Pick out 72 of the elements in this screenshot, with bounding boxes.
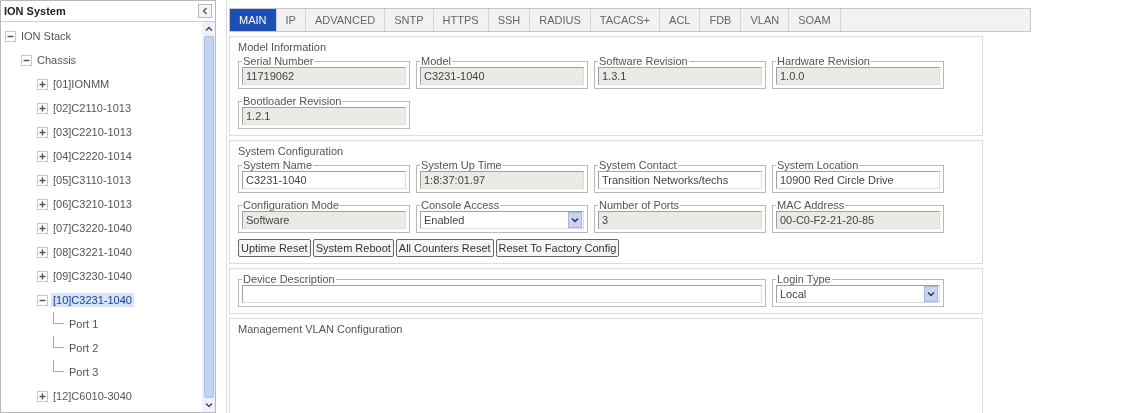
scrollbar[interactable] (202, 22, 215, 412)
scroll-down-icon[interactable] (203, 400, 214, 410)
tree-item[interactable]: [07]C3220-1040 (51, 221, 134, 235)
input-field[interactable]: 1.3.1 (598, 67, 762, 85)
field-label: Console Access (420, 199, 501, 211)
expand-toggle-icon[interactable] (37, 222, 48, 234)
field-label: System Name (242, 159, 314, 171)
tree-item[interactable]: ION Stack (19, 29, 74, 43)
field-label: Number of Ports (598, 199, 681, 211)
input-field[interactable]: Enabled (420, 211, 584, 229)
action-button[interactable]: System Reboot (312, 239, 394, 257)
field-label: Model (420, 55, 452, 67)
tree-item[interactable]: [06]C3210-1013 (51, 197, 134, 211)
tree-item[interactable]: Port 2 (67, 341, 101, 355)
tree-item[interactable]: [08]C3221-1040 (51, 245, 134, 259)
field-label: Login Type (776, 273, 832, 285)
input-field[interactable]: C3231-1040 (420, 67, 584, 85)
input-field[interactable]: 10900 Red Circle Drive (776, 171, 940, 189)
input-field[interactable]: 1.0.0 (776, 67, 940, 85)
input-field[interactable]: C3231-1040 (242, 171, 406, 189)
sidebar-title: ION System (4, 5, 66, 17)
scrollbar-thumb[interactable] (203, 36, 214, 398)
input-field[interactable] (242, 285, 762, 303)
tree-item[interactable]: [04]C2220-1014 (51, 149, 134, 163)
expand-toggle-icon[interactable] (37, 126, 48, 138)
input-field[interactable]: 3 (598, 211, 762, 229)
tree-item[interactable]: [09]C3230-1040 (51, 269, 134, 283)
scroll-up-icon[interactable] (203, 24, 214, 34)
field-label: Software Revision (598, 55, 689, 67)
tree-item[interactable]: [05]C3110-1013 (51, 173, 134, 187)
tree-item[interactable]: [10]C3231-1040 (51, 293, 134, 307)
field-label: System Contact (598, 159, 678, 171)
tree-item[interactable]: Chassis (35, 53, 79, 67)
expand-toggle-icon[interactable] (37, 270, 48, 282)
expand-toggle-icon[interactable] (5, 30, 16, 42)
tree-item[interactable]: [02]C2110-1013 (51, 101, 134, 115)
tree-item[interactable]: Port 3 (67, 365, 101, 379)
field-label: MAC Address (776, 199, 846, 211)
field-label: Device Description (242, 273, 336, 285)
section-title: Model Information (238, 41, 328, 53)
expand-toggle-icon[interactable] (37, 390, 48, 402)
tree-item[interactable]: [12]C6010-3040 (51, 389, 134, 403)
expand-toggle-icon[interactable] (37, 102, 48, 114)
input-field[interactable]: 1.2.1 (242, 107, 406, 125)
input-field[interactable]: Transition Networks/techs (598, 171, 762, 189)
input-field[interactable]: Local (776, 285, 940, 303)
expand-toggle-icon[interactable] (37, 78, 48, 90)
tree-item[interactable]: [01]IONMM (51, 77, 112, 91)
field-label: Serial Number (242, 55, 315, 67)
field-label: Hardware Revision (776, 55, 871, 67)
input-field[interactable]: 00-C0-F2-21-20-85 (776, 211, 940, 229)
input-field[interactable]: 11719062 (242, 67, 406, 85)
action-button[interactable]: All Counters Reset (395, 239, 494, 257)
expand-toggle-icon[interactable] (21, 54, 32, 66)
expand-toggle-icon[interactable] (37, 294, 48, 306)
field-label: Configuration Mode (242, 199, 340, 211)
input-field[interactable]: 1:8:37:01.97 (420, 171, 584, 189)
tab[interactable]: MAIN (230, 9, 277, 31)
expand-toggle-icon[interactable] (37, 174, 48, 186)
input-field[interactable]: Software (242, 211, 406, 229)
expand-toggle-icon[interactable] (37, 198, 48, 210)
tree-item[interactable]: [03]C2210-1013 (51, 125, 134, 139)
field-label: Bootloader Revision (242, 95, 343, 107)
expand-toggle-icon[interactable] (37, 150, 48, 162)
action-button[interactable]: Reset To Factory Config (495, 239, 620, 257)
expand-toggle-icon[interactable] (37, 246, 48, 258)
field-label: System Location (776, 159, 860, 171)
action-button[interactable]: Uptime Reset (238, 239, 311, 257)
section-title: System Configuration (238, 145, 345, 157)
field-label: System Up Time (420, 159, 503, 171)
section-title: Management VLAN Configuration (238, 323, 404, 335)
tree-item[interactable]: Port 1 (67, 317, 101, 331)
